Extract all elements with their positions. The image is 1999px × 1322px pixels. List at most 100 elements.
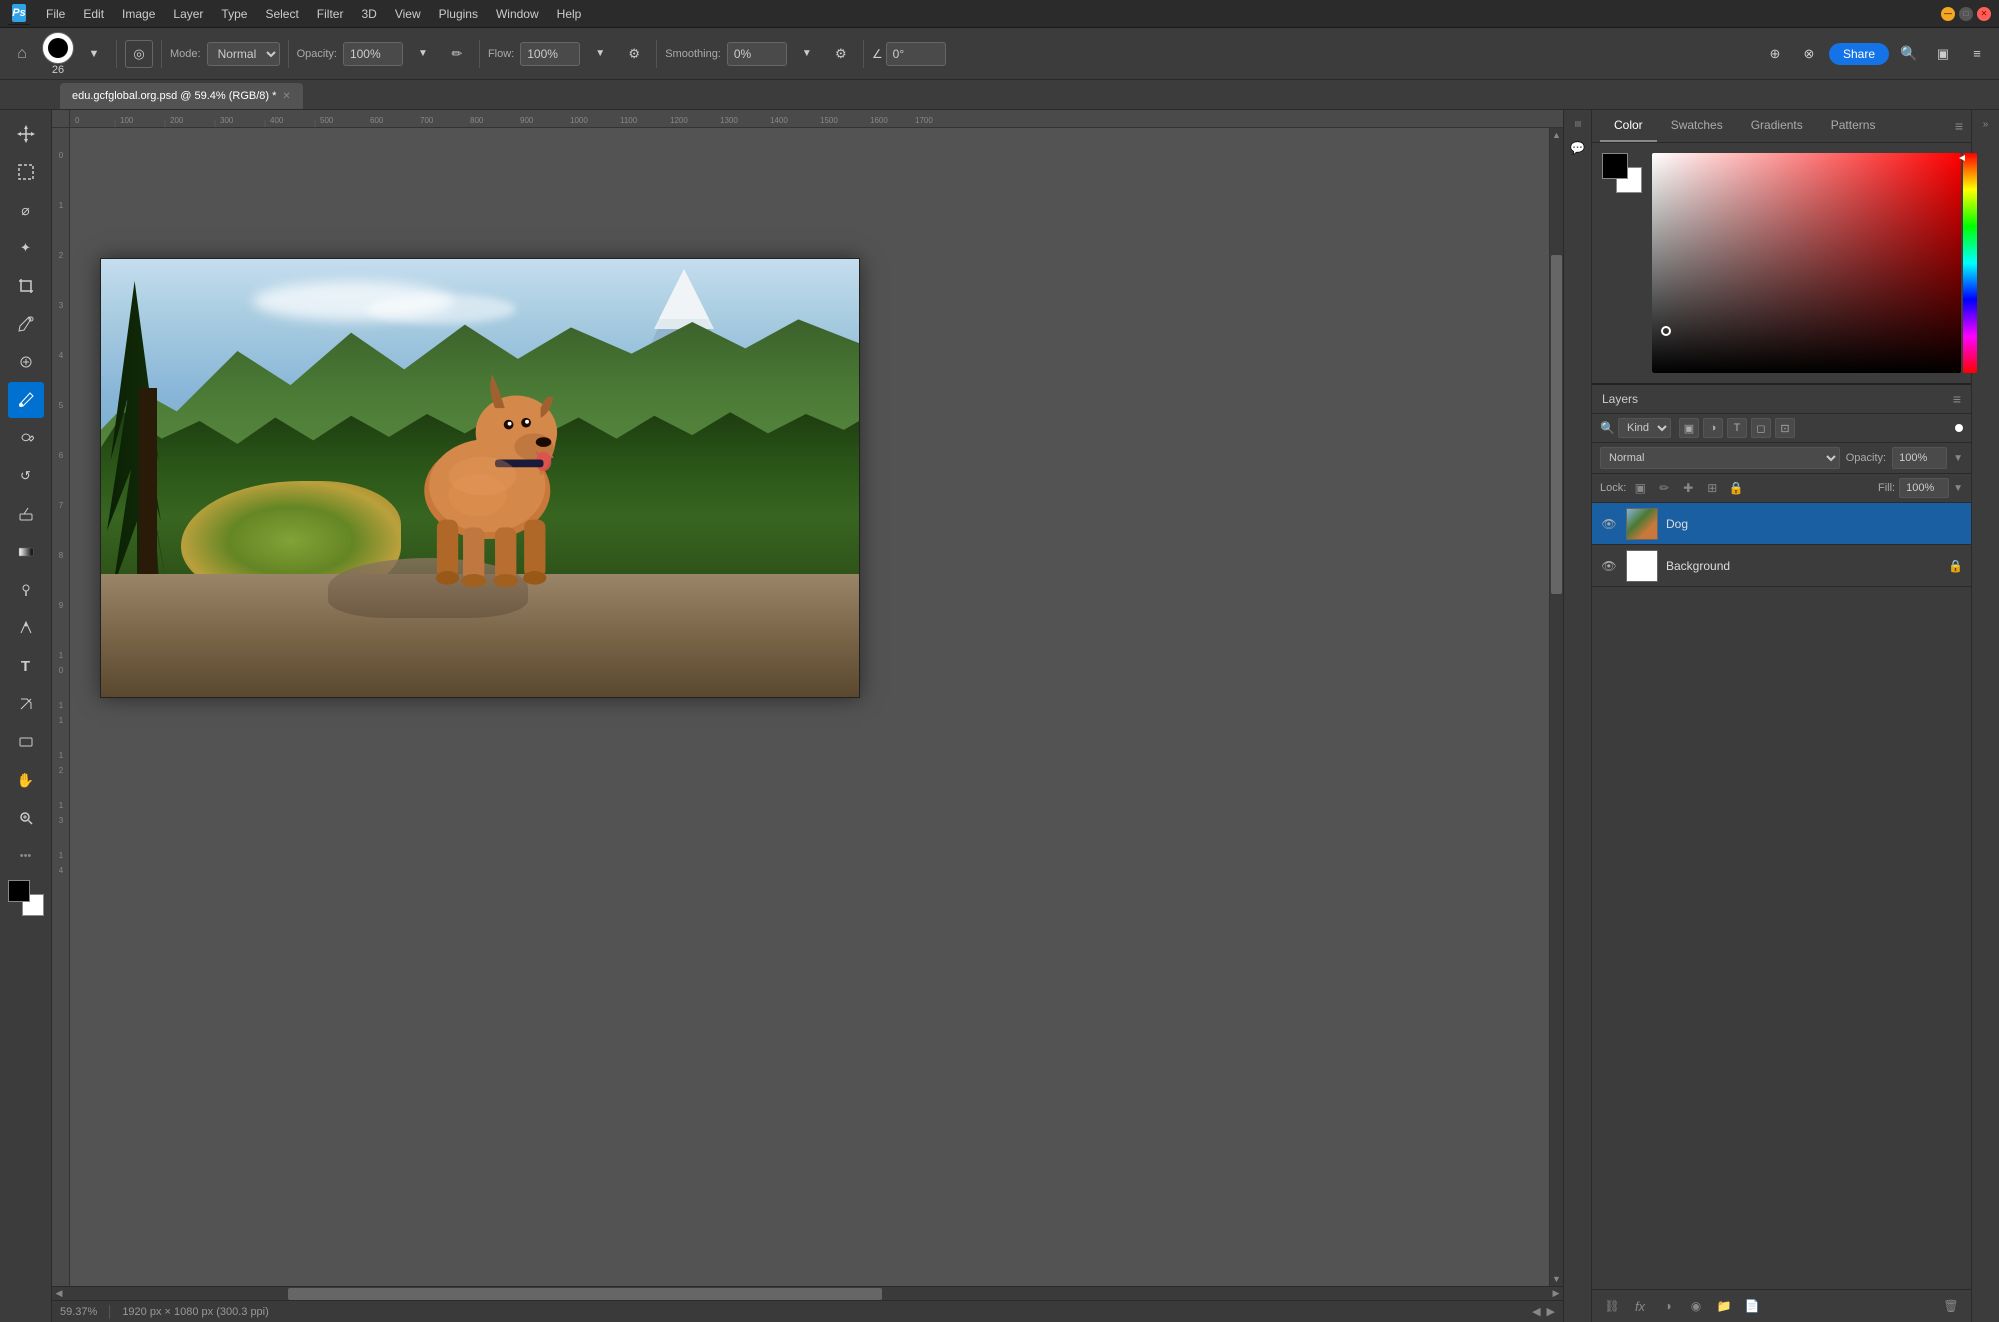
path-select-tool[interactable] (8, 686, 44, 722)
opacity-arrow[interactable]: ▼ (1953, 453, 1963, 464)
menu-edit[interactable]: Edit (75, 5, 112, 23)
speech-bubble-icon[interactable]: 💬 (1568, 138, 1588, 158)
crop-tool[interactable] (8, 268, 44, 304)
filter-shape-icon[interactable]: ◻ (1751, 418, 1771, 438)
lock-pixel-icon[interactable]: ▣ (1630, 478, 1650, 498)
close-button[interactable]: ✕ (1977, 7, 1991, 21)
new-layer-icon[interactable]: 📄 (1740, 1294, 1764, 1318)
layer-bg-visibility[interactable]: 👁 (1600, 557, 1618, 575)
layer-background[interactable]: 👁 Background 🔒 (1592, 545, 1971, 587)
clone-stamp-tool[interactable] (8, 420, 44, 456)
nav-next[interactable]: ▶ (1547, 1305, 1555, 1318)
fx-icon[interactable]: fx (1628, 1294, 1652, 1318)
home-button[interactable]: ⌂ (8, 40, 36, 68)
menu-file[interactable]: File (38, 5, 73, 23)
tab-patterns[interactable]: Patterns (1817, 110, 1890, 142)
filter-kind-select[interactable]: Kind (1618, 418, 1671, 438)
flow-dropdown[interactable]: ▼ (586, 40, 614, 68)
nav-prev[interactable]: ◀ (1532, 1305, 1540, 1318)
foreground-color-swatch[interactable] (8, 880, 30, 902)
lock-artboard-icon[interactable]: ⊞ (1702, 478, 1722, 498)
move-tool[interactable] (8, 116, 44, 152)
color-menu-icon[interactable]: ≡ (1955, 118, 1963, 134)
filter-type-icon[interactable]: T (1727, 418, 1747, 438)
brush-preview[interactable] (42, 32, 74, 64)
pressure-flow-icon[interactable]: ⚙ (620, 40, 648, 68)
scroll-down[interactable]: ▼ (1550, 1272, 1563, 1286)
spot-healing-tool[interactable] (8, 344, 44, 380)
smoothing-value[interactable]: 0% (727, 42, 787, 66)
menu-plugins[interactable]: Plugins (431, 5, 486, 23)
history-brush-tool[interactable]: ↺ (8, 458, 44, 494)
panel-view-button[interactable]: ▣ (1929, 40, 1957, 68)
color-panel-menu[interactable]: ≡ (1955, 110, 1963, 142)
scroll-left[interactable]: ◀ (52, 1287, 66, 1301)
opacity-value[interactable]: 100% (343, 42, 403, 66)
scroll-thumb-h[interactable] (288, 1288, 881, 1300)
brush-picker[interactable]: 26 (42, 32, 74, 76)
menu-image[interactable]: Image (114, 5, 163, 23)
filter-adjust-icon[interactable]: ◑ (1703, 418, 1723, 438)
dodge-tool[interactable] (8, 572, 44, 608)
collapse-icon[interactable]: ≡ (1568, 114, 1588, 134)
scroll-thumb-v[interactable] (1551, 255, 1562, 594)
more-options-button[interactable]: ≡ (1963, 40, 1991, 68)
lock-all-icon[interactable]: 🔒 (1726, 478, 1746, 498)
pen-tool[interactable] (8, 610, 44, 646)
adjustment-layer-icon[interactable]: ◉ (1684, 1294, 1708, 1318)
lock-move-icon[interactable]: ✚ (1678, 478, 1698, 498)
layer-dog-visibility[interactable]: 👁 (1600, 515, 1618, 533)
angle-value[interactable]: 0° (886, 42, 946, 66)
lasso-tool[interactable]: ⌀ (8, 192, 44, 228)
flow-value[interactable]: 100% (520, 42, 580, 66)
menu-3d[interactable]: 3D (353, 5, 384, 23)
filter-smart-icon[interactable]: ⊡ (1775, 418, 1795, 438)
hand-tool[interactable]: ✋ (8, 762, 44, 798)
menu-type[interactable]: Type (213, 5, 255, 23)
type-tool[interactable]: T (8, 648, 44, 684)
pressure-opacity-icon[interactable]: ✏ (443, 40, 471, 68)
scroll-up[interactable]: ▲ (1550, 128, 1563, 142)
layer-dog[interactable]: 👁 Dog (1592, 503, 1971, 545)
new-group-icon[interactable]: 📁 (1712, 1294, 1736, 1318)
layers-panel-menu-icon[interactable]: ≡ (1953, 391, 1961, 407)
search-button[interactable]: 🔍 (1895, 40, 1923, 68)
rings-icon[interactable]: ⊗ (1795, 40, 1823, 68)
opacity-value-layers[interactable]: 100% (1892, 447, 1947, 469)
collapse-right-icon[interactable]: » (1976, 114, 1996, 134)
fg-color-swatch[interactable] (1602, 153, 1628, 179)
eyedropper-tool[interactable] (8, 306, 44, 342)
document-tab[interactable]: edu.gcfglobal.org.psd @ 59.4% (RGB/8) * … (60, 83, 303, 109)
fill-arrow[interactable]: ▼ (1953, 483, 1963, 494)
extra-tool-1[interactable]: ••• (8, 842, 44, 870)
scroll-right[interactable]: ▶ (1549, 1287, 1563, 1301)
canvas-viewport[interactable] (70, 128, 1549, 1286)
brush-tool-toggle[interactable]: ▼ (80, 40, 108, 68)
hue-bar[interactable] (1963, 153, 1977, 373)
smoothing-dropdown[interactable]: ▼ (793, 40, 821, 68)
gradient-tool[interactable] (8, 534, 44, 570)
menu-filter[interactable]: Filter (309, 5, 352, 23)
zoom-tool[interactable] (8, 800, 44, 836)
minimize-button[interactable]: — (1941, 7, 1955, 21)
tab-swatches[interactable]: Swatches (1657, 110, 1737, 142)
delete-layer-icon[interactable]: 🗑 (1939, 1294, 1963, 1318)
add-mask-icon[interactable]: ◑ (1656, 1294, 1680, 1318)
vertical-scrollbar[interactable]: ▲ ▼ (1549, 128, 1563, 1286)
menu-window[interactable]: Window (488, 5, 547, 23)
tab-close-button[interactable]: ✕ (282, 91, 290, 102)
smoothing-settings[interactable]: ⚙ (827, 40, 855, 68)
toggle-airbrush[interactable]: ◎ (125, 40, 153, 68)
link-layers-icon[interactable]: ⛓ (1600, 1294, 1624, 1318)
maximize-button[interactable]: □ (1959, 7, 1973, 21)
color-gradient-picker[interactable] (1652, 153, 1961, 373)
lock-edit-icon[interactable]: ✏ (1654, 478, 1674, 498)
eraser-tool[interactable] (8, 496, 44, 532)
menu-layer[interactable]: Layer (165, 5, 211, 23)
color-swatches[interactable] (8, 880, 44, 916)
mode-select[interactable]: Normal (207, 42, 280, 66)
menu-view[interactable]: View (387, 5, 429, 23)
filter-pixel-icon[interactable]: ▣ (1679, 418, 1699, 438)
symmetry-icon[interactable]: ⊕ (1761, 40, 1789, 68)
status-arrows[interactable]: ◀ ▶ (1532, 1305, 1555, 1318)
